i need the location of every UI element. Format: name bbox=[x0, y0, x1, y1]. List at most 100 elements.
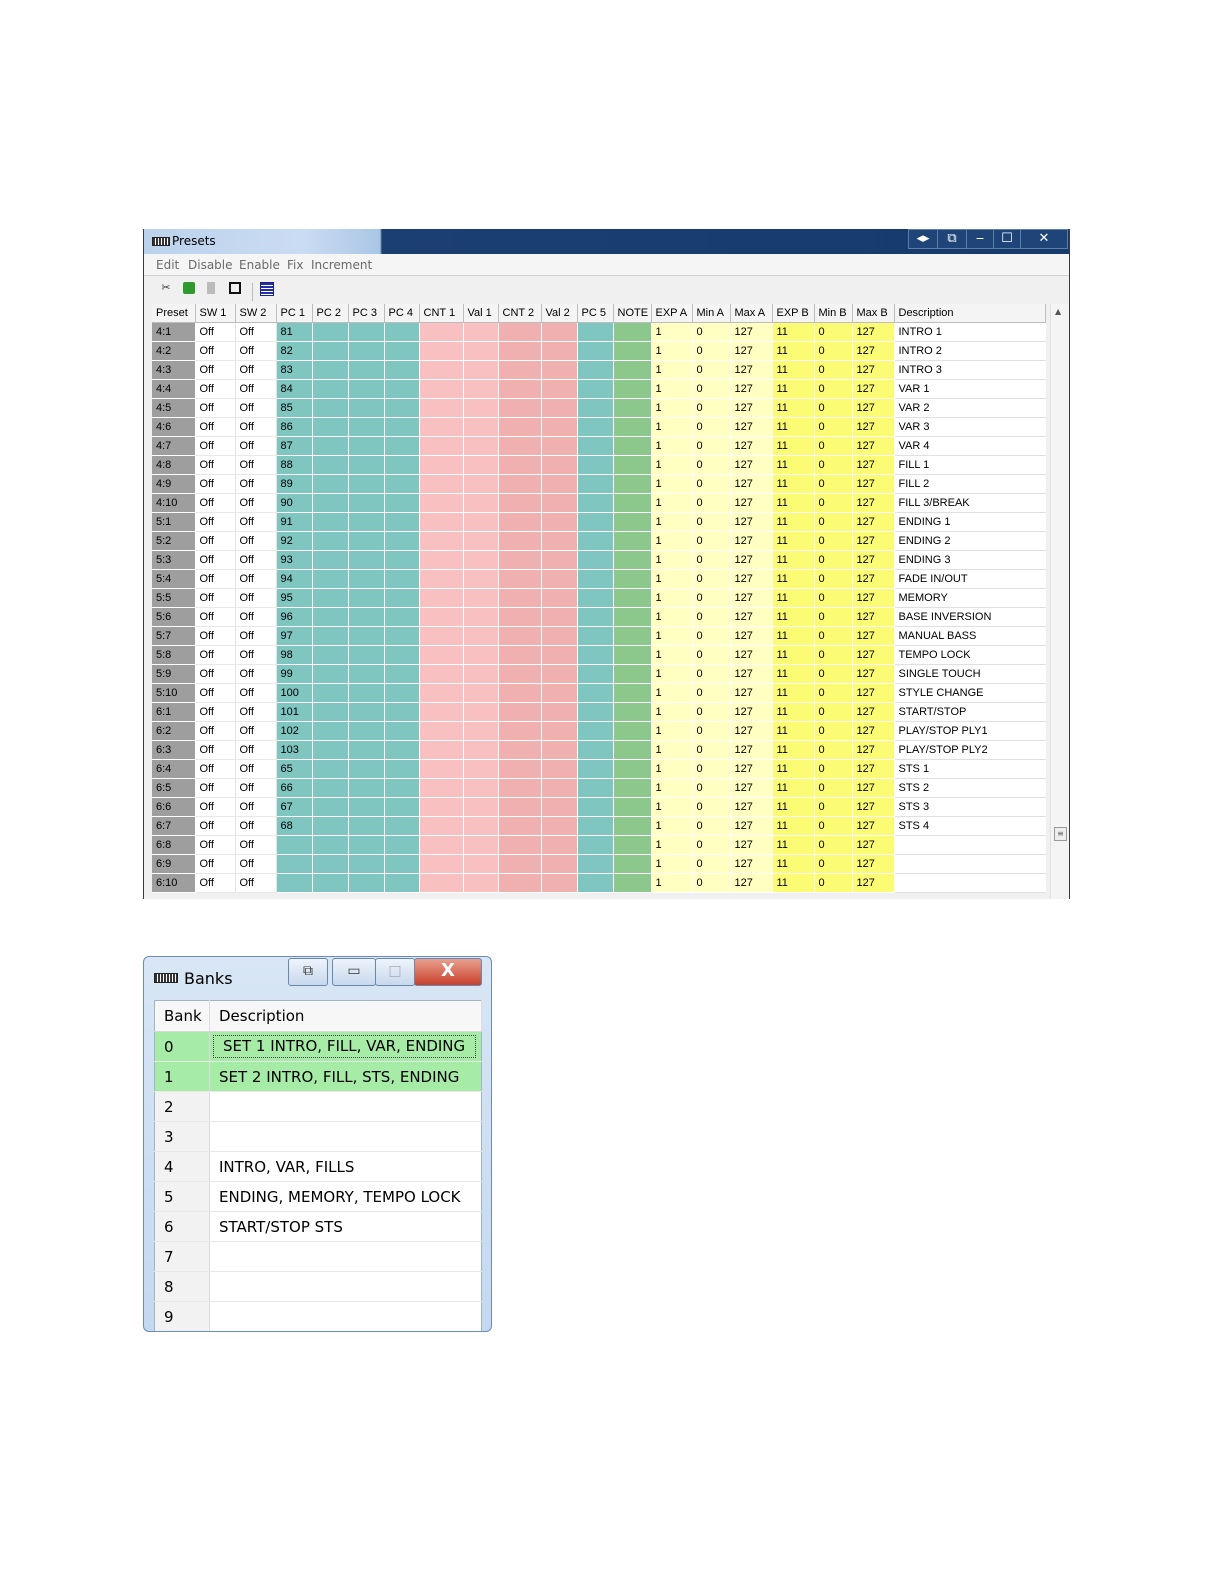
cell-description[interactable]: MANUAL BASS bbox=[894, 626, 1046, 646]
cell-val-2[interactable] bbox=[541, 398, 578, 418]
cell-cnt-1[interactable] bbox=[419, 664, 464, 684]
cell-max-a[interactable]: 127 bbox=[730, 379, 773, 399]
table-row[interactable]: 8 bbox=[154, 1271, 482, 1302]
cell-val-2[interactable] bbox=[541, 683, 578, 703]
cell-exp-a[interactable]: 1 bbox=[651, 360, 693, 380]
cell-cnt-2[interactable] bbox=[498, 759, 542, 779]
cell-cnt-2[interactable] bbox=[498, 550, 542, 570]
cell-cnt-1[interactable] bbox=[419, 873, 464, 893]
cell-cnt-1[interactable] bbox=[419, 360, 464, 380]
cell-min-b[interactable]: 0 bbox=[814, 588, 853, 608]
cell-pc-5[interactable] bbox=[577, 493, 614, 513]
cell-note[interactable] bbox=[613, 721, 652, 741]
cell-sw-1[interactable]: Off bbox=[195, 493, 236, 513]
cell-max-a[interactable]: 127 bbox=[730, 322, 773, 342]
maximize-icon[interactable]: ☐ bbox=[993, 229, 1021, 249]
copy-icon[interactable] bbox=[183, 282, 195, 294]
cell-preset[interactable]: 5:10 bbox=[152, 683, 196, 703]
cell-preset[interactable]: 6:5 bbox=[152, 778, 196, 798]
cell-pc-5[interactable] bbox=[577, 702, 614, 722]
cell-pc-2[interactable] bbox=[312, 588, 349, 608]
cell-sw-2[interactable]: Off bbox=[235, 322, 277, 342]
cell-pc-3[interactable] bbox=[348, 854, 385, 874]
cell-pc-1[interactable]: 92 bbox=[276, 531, 313, 551]
cell-exp-a[interactable]: 1 bbox=[651, 493, 693, 513]
cell-preset[interactable]: 6:2 bbox=[152, 721, 196, 741]
minimize-icon[interactable]: ▭ bbox=[332, 958, 376, 986]
cell-preset[interactable]: 6:10 bbox=[152, 873, 196, 893]
cell-sw-1[interactable]: Off bbox=[195, 379, 236, 399]
cell-cnt-2[interactable] bbox=[498, 721, 542, 741]
cell-preset[interactable]: 5:8 bbox=[152, 645, 196, 665]
cell-pc-4[interactable] bbox=[384, 569, 420, 589]
cell-description[interactable]: MEMORY bbox=[894, 588, 1046, 608]
cell-min-a[interactable]: 0 bbox=[692, 873, 731, 893]
table-row[interactable]: 5:8 Off Off 98 1 0 127 11 0 127 TEMPO LOCK bbox=[152, 645, 1046, 665]
cell-cnt-2[interactable] bbox=[498, 854, 542, 874]
table-row[interactable]: 4:3 Off Off 83 1 0 127 11 0 127 INTRO 3 bbox=[152, 360, 1046, 380]
cell-exp-a[interactable]: 1 bbox=[651, 398, 693, 418]
cell-min-b[interactable]: 0 bbox=[814, 797, 853, 817]
menu-fix[interactable]: Fix bbox=[287, 258, 303, 272]
cell-sw-2[interactable]: Off bbox=[235, 873, 277, 893]
column-header-exp-a[interactable]: EXP A bbox=[651, 304, 693, 323]
cell-description[interactable]: STS 4 bbox=[894, 816, 1046, 836]
cell-max-a[interactable]: 127 bbox=[730, 512, 773, 532]
cell-val-1[interactable] bbox=[463, 835, 499, 855]
cell-preset[interactable]: 5:5 bbox=[152, 588, 196, 608]
cell-pc-2[interactable] bbox=[312, 740, 349, 760]
cell-description[interactable]: ENDING 3 bbox=[894, 550, 1046, 570]
cell-min-a[interactable]: 0 bbox=[692, 493, 731, 513]
table-row[interactable]: 4:9 Off Off 89 1 0 127 11 0 127 FILL 2 bbox=[152, 474, 1046, 494]
cell-cnt-1[interactable] bbox=[419, 797, 464, 817]
cell-min-b[interactable]: 0 bbox=[814, 778, 853, 798]
cell-pc-3[interactable] bbox=[348, 816, 385, 836]
cell-description[interactable]: ENDING 1 bbox=[894, 512, 1046, 532]
cell-pc-1[interactable]: 84 bbox=[276, 379, 313, 399]
cell-pc-5[interactable] bbox=[577, 322, 614, 342]
cell-val-1[interactable] bbox=[463, 778, 499, 798]
cell-pc-4[interactable] bbox=[384, 740, 420, 760]
cell-cnt-1[interactable] bbox=[419, 607, 464, 627]
column-header-cnt-2[interactable]: CNT 2 bbox=[498, 304, 542, 323]
cell-sw-2[interactable]: Off bbox=[235, 626, 277, 646]
cell-preset[interactable]: 6:8 bbox=[152, 835, 196, 855]
cell-preset[interactable]: 6:6 bbox=[152, 797, 196, 817]
cell-pc-3[interactable] bbox=[348, 835, 385, 855]
cell-min-a[interactable]: 0 bbox=[692, 854, 731, 874]
cell-exp-b[interactable]: 11 bbox=[772, 341, 815, 361]
cell-pc-1[interactable]: 98 bbox=[276, 645, 313, 665]
cell-pc-5[interactable] bbox=[577, 398, 614, 418]
cell-exp-a[interactable]: 1 bbox=[651, 626, 693, 646]
cell-cnt-1[interactable] bbox=[419, 645, 464, 665]
cell-pc-4[interactable] bbox=[384, 721, 420, 741]
cell-min-b[interactable]: 0 bbox=[814, 360, 853, 380]
cell-val-1[interactable] bbox=[463, 569, 499, 589]
cell-sw-1[interactable]: Off bbox=[195, 550, 236, 570]
cell-max-b[interactable]: 127 bbox=[852, 455, 895, 475]
cell-val-1[interactable] bbox=[463, 341, 499, 361]
cell-bank[interactable]: 9 bbox=[154, 1301, 210, 1331]
cell-pc-4[interactable] bbox=[384, 778, 420, 798]
cell-max-b[interactable]: 127 bbox=[852, 645, 895, 665]
table-row[interactable]: 5:2 Off Off 92 1 0 127 11 0 127 ENDING 2 bbox=[152, 531, 1046, 551]
cell-pc-5[interactable] bbox=[577, 626, 614, 646]
cell-note[interactable] bbox=[613, 664, 652, 684]
cell-pc-4[interactable] bbox=[384, 816, 420, 836]
cell-max-a[interactable]: 127 bbox=[730, 835, 773, 855]
cell-val-2[interactable] bbox=[541, 512, 578, 532]
cell-val-2[interactable] bbox=[541, 341, 578, 361]
cell-exp-b[interactable]: 11 bbox=[772, 835, 815, 855]
table-row[interactable]: 0 SET 1 INTRO, FILL, VAR, ENDING bbox=[154, 1031, 482, 1062]
cell-max-b[interactable]: 127 bbox=[852, 436, 895, 456]
cell-cnt-2[interactable] bbox=[498, 607, 542, 627]
cell-sw-1[interactable]: Off bbox=[195, 531, 236, 551]
cell-pc-3[interactable] bbox=[348, 398, 385, 418]
cell-pc-5[interactable] bbox=[577, 360, 614, 380]
cell-exp-a[interactable]: 1 bbox=[651, 683, 693, 703]
cell-exp-b[interactable]: 11 bbox=[772, 740, 815, 760]
cell-preset[interactable]: 5:7 bbox=[152, 626, 196, 646]
cell-cnt-2[interactable] bbox=[498, 873, 542, 893]
cell-pc-4[interactable] bbox=[384, 512, 420, 532]
cell-exp-b[interactable]: 11 bbox=[772, 322, 815, 342]
